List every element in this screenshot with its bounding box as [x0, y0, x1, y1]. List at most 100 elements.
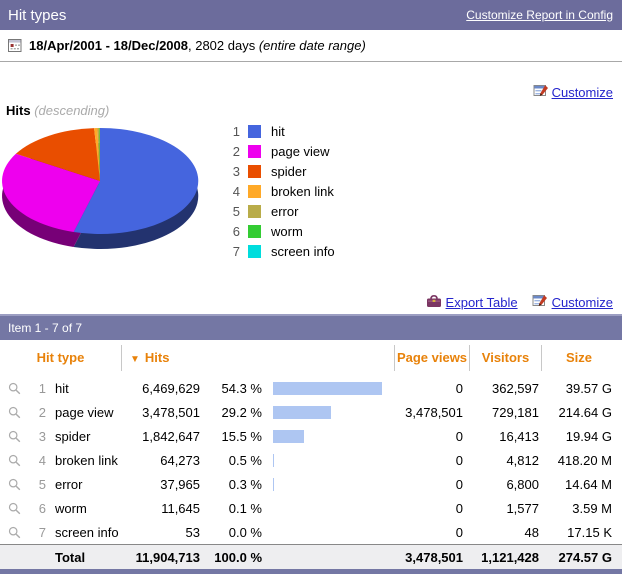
row-rank: 5	[28, 477, 46, 492]
hit-type-label: error	[46, 477, 122, 492]
customize-icon	[532, 293, 548, 311]
customize-icon	[533, 83, 549, 101]
pie-legend: 1hit2page view3spider4broken link5error6…	[228, 121, 335, 261]
date-range-bar: 18/Apr/2001 - 18/Dec/2008, 2802 days (en…	[0, 30, 622, 62]
date-range-value: 18/Apr/2001 - 18/Dec/2008	[29, 38, 188, 53]
bottom-bar	[0, 569, 622, 574]
customize-report-config-link[interactable]: Customize Report in Config	[466, 8, 613, 22]
table-customize-link[interactable]: Customize	[552, 295, 613, 310]
column-header-size[interactable]: Size	[541, 345, 616, 371]
visitors-value: 16,413	[469, 429, 541, 444]
date-range-days: , 2802 days	[188, 38, 259, 53]
table-row: 2page view3,478,50129.2 %3,478,501729,18…	[0, 400, 622, 424]
magnifier-icon[interactable]	[8, 430, 21, 443]
page-views-value: 0	[394, 501, 469, 516]
pie-slices	[2, 128, 198, 234]
chart-metric-label: Hits (descending)	[6, 103, 109, 118]
legend-index: 2	[228, 144, 240, 159]
size-value: 39.57 G	[541, 381, 616, 396]
percent-bar	[273, 454, 274, 467]
chart-customize-link[interactable]: Customize	[552, 85, 613, 100]
column-header-hits[interactable]: ▼Hits	[122, 345, 394, 371]
page-views-value: 0	[394, 453, 469, 468]
hits-value: 53	[122, 525, 200, 540]
hit-type-label: hit	[46, 381, 122, 396]
export-icon	[426, 294, 442, 311]
legend-item: 2 page view	[228, 141, 335, 161]
legend-item: 3spider	[228, 161, 335, 181]
export-table-link[interactable]: Export Table	[446, 295, 518, 310]
hit-type-label: worm	[46, 501, 122, 516]
table-row: 5error37,9650.3 %06,80014.64 M	[0, 472, 622, 496]
pie-depth	[2, 143, 198, 249]
chart-customize[interactable]: Customize	[533, 83, 613, 101]
hits-value: 11,645	[122, 501, 200, 516]
hits-percent: 0.0 %	[200, 525, 262, 540]
hits-value: 3,478,501	[122, 405, 200, 420]
visitors-value: 729,181	[469, 405, 541, 420]
table-row: 3spider1,842,64715.5 %016,41319.94 G	[0, 424, 622, 448]
magnifier-icon[interactable]	[8, 382, 21, 395]
legend-index: 1	[228, 124, 240, 139]
percent-bar	[273, 406, 331, 419]
legend-item: 5 error	[228, 201, 335, 221]
row-rank: 4	[28, 453, 46, 468]
row-rank: 6	[28, 501, 46, 516]
date-range-note: (entire date range)	[259, 38, 366, 53]
magnifier-icon[interactable]	[8, 454, 21, 467]
row-rank: 3	[28, 429, 46, 444]
legend-label: page view	[271, 144, 330, 159]
page-views-value: 0	[394, 477, 469, 492]
magnifier-icon[interactable]	[8, 502, 21, 515]
row-rank: 1	[28, 381, 46, 396]
pager-text: Item 1 - 7 of 7	[8, 321, 82, 335]
chart-section: Customize Hits (descending) 1 hit 2 page vi…	[0, 62, 622, 290]
visitors-value: 48	[469, 525, 541, 540]
page-title: Hit types	[8, 7, 66, 24]
table-row: 4broken link64,2730.5 %04,812418.20 M	[0, 448, 622, 472]
magnifier-icon[interactable]	[8, 478, 21, 491]
column-header-page-views[interactable]: Page views	[394, 345, 469, 371]
calendar-icon	[8, 38, 22, 53]
size-value: 3.59 M	[541, 501, 616, 516]
legend-index: 6	[228, 224, 240, 239]
size-value: 214.64 G	[541, 405, 616, 420]
hit-type-label: broken link	[46, 453, 122, 468]
export-table[interactable]: Export Table	[426, 294, 518, 311]
legend-label: hit	[271, 124, 285, 139]
size-value: 418.20 M	[541, 453, 616, 468]
legend-index: 7	[228, 244, 240, 259]
legend-swatch	[248, 185, 261, 198]
legend-label: screen info	[271, 244, 335, 259]
legend-index: 5	[228, 204, 240, 219]
total-visitors: 1,121,428	[469, 550, 541, 565]
size-value: 19.94 G	[541, 429, 616, 444]
legend-swatch	[248, 245, 261, 258]
magnifier-icon[interactable]	[8, 406, 21, 419]
total-size: 274.57 G	[541, 550, 616, 565]
hits-value: 6,469,629	[122, 381, 200, 396]
column-header-hit-type[interactable]: Hit type	[0, 345, 122, 371]
column-header-visitors[interactable]: Visitors	[469, 345, 541, 371]
table-row: 7screen info530.0 %04817.15 K	[0, 520, 622, 544]
hits-value: 37,965	[122, 477, 200, 492]
sort-desc-icon: ▼	[130, 354, 140, 365]
total-hits: 11,904,713	[122, 550, 200, 565]
hits-value: 64,273	[122, 453, 200, 468]
magnifier-icon[interactable]	[8, 526, 21, 539]
legend-index: 4	[228, 184, 240, 199]
legend-label: error	[271, 204, 298, 219]
legend-swatch	[248, 225, 261, 238]
legend-item: 6worm	[228, 221, 335, 241]
page-views-value: 0	[394, 381, 469, 396]
table-customize[interactable]: Customize	[532, 293, 613, 311]
page-views-value: 0	[394, 525, 469, 540]
legend-item: 7 screen info	[228, 241, 335, 261]
hits-percent: 0.1 %	[200, 501, 262, 516]
pie-chart	[0, 62, 220, 262]
total-label: Total	[46, 550, 122, 565]
metric-name: Hits	[6, 103, 31, 118]
table-row: 1hit6,469,62954.3 %0362,59739.57 G	[0, 376, 622, 400]
pager-bar: Item 1 - 7 of 7	[0, 314, 622, 340]
hit-type-label: spider	[46, 429, 122, 444]
